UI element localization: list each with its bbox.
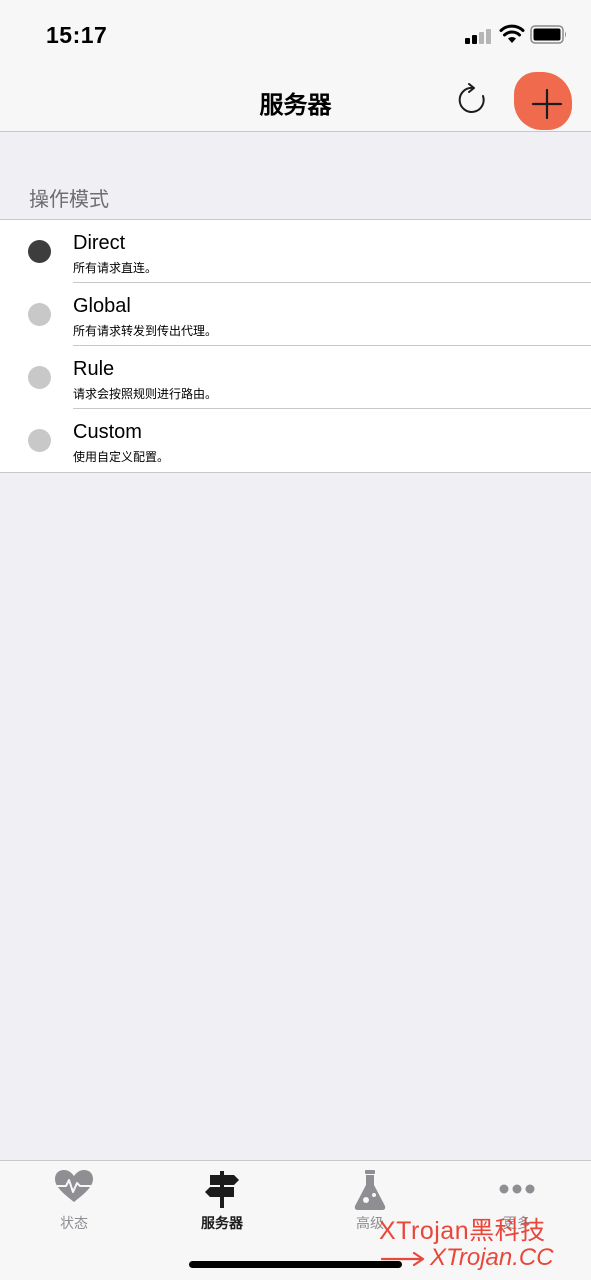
- refresh-icon: [458, 83, 485, 113]
- tab-label: 服务器: [201, 1215, 243, 1231]
- heart-pulse-icon: [55, 1170, 93, 1202]
- mode-description: 所有请求直连。: [73, 261, 158, 275]
- radio-selected-icon: [28, 240, 51, 263]
- home-indicator: [189, 1261, 402, 1268]
- mode-option-global[interactable]: Global 所有请求转发到传出代理。: [0, 283, 591, 346]
- tab-status[interactable]: 状态: [0, 1161, 148, 1241]
- mode-option-custom[interactable]: Custom 使用自定义配置。: [0, 409, 591, 472]
- flask-icon: [354, 1170, 386, 1210]
- mode-title: Global: [73, 295, 131, 317]
- radio-unselected-icon: [28, 366, 51, 389]
- battery-icon: [530, 25, 566, 44]
- add-server-button[interactable]: [514, 72, 572, 130]
- mode-title: Rule: [73, 358, 115, 380]
- mode-list: Direct 所有请求直连。 Global 所有请求转发到传出代理。 Rule …: [0, 219, 591, 473]
- mode-description: 请求会按照规则进行路由。: [73, 387, 218, 401]
- mode-description: 所有请求转发到传出代理。: [73, 324, 218, 338]
- mode-option-rule[interactable]: Rule 请求会按照规则进行路由。: [0, 346, 591, 409]
- radio-unselected-icon: [28, 429, 51, 452]
- signal-icon: [465, 28, 493, 44]
- watermark-url: XTrojan.CC: [430, 1244, 554, 1271]
- mode-option-direct[interactable]: Direct 所有请求直连。: [0, 220, 591, 283]
- page-title: 服务器: [259, 92, 332, 119]
- mode-title: Custom: [73, 421, 142, 443]
- wifi-icon: [499, 24, 525, 43]
- mode-description: 使用自定义配置。: [73, 450, 170, 464]
- radio-unselected-icon: [28, 303, 51, 326]
- plus-icon: [531, 88, 563, 120]
- tab-servers[interactable]: 服务器: [148, 1161, 296, 1241]
- refresh-button[interactable]: [456, 83, 490, 117]
- tab-label: 状态: [60, 1215, 88, 1231]
- app-screen: 15:17 服务器 操作模式 Direct 所有请求直连。 Global 所有请…: [0, 0, 591, 1280]
- more-dots-icon: [499, 1184, 535, 1194]
- section-header-operation-mode: 操作模式: [29, 189, 109, 211]
- watermark-title: XTrojan黑科技: [379, 1217, 546, 1245]
- status-bar: 15:17: [0, 0, 591, 66]
- mode-title: Direct: [73, 232, 126, 254]
- signpost-icon: [205, 1171, 239, 1208]
- status-time: 15:17: [46, 22, 108, 48]
- navigation-bar: 服务器: [0, 66, 591, 132]
